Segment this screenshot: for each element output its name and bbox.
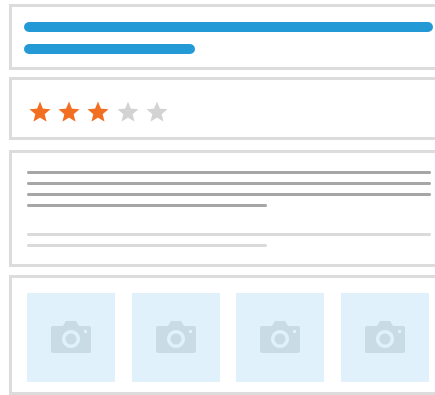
image-placeholder-thumbnail[interactable] <box>341 293 430 382</box>
image-placeholder-thumbnail[interactable] <box>236 293 325 382</box>
star-filled-icon[interactable] <box>57 100 81 124</box>
text-card <box>9 150 435 267</box>
text-placeholder-line-light <box>27 233 431 236</box>
image-placeholder-thumbnail[interactable] <box>27 293 115 382</box>
text-placeholder-line <box>27 204 267 207</box>
image-placeholder-thumbnail[interactable] <box>131 293 220 382</box>
camera-icon <box>260 321 301 353</box>
text-placeholder-line <box>27 182 431 185</box>
text-placeholder-line <box>27 171 431 174</box>
image-gallery-card <box>9 275 435 395</box>
camera-icon <box>155 321 196 353</box>
text-placeholder-line-light <box>27 244 267 247</box>
star-empty-icon[interactable] <box>116 100 140 124</box>
star-filled-icon[interactable] <box>86 100 110 124</box>
camera-icon <box>51 321 91 353</box>
star-filled-icon[interactable] <box>28 100 52 124</box>
camera-icon <box>365 321 406 353</box>
subtitle-placeholder-bar <box>24 44 195 54</box>
star-empty-icon[interactable] <box>145 100 169 124</box>
text-placeholder-line <box>27 193 431 196</box>
title-card <box>9 4 435 70</box>
title-placeholder-bar <box>24 22 433 32</box>
rating-card <box>9 77 435 140</box>
